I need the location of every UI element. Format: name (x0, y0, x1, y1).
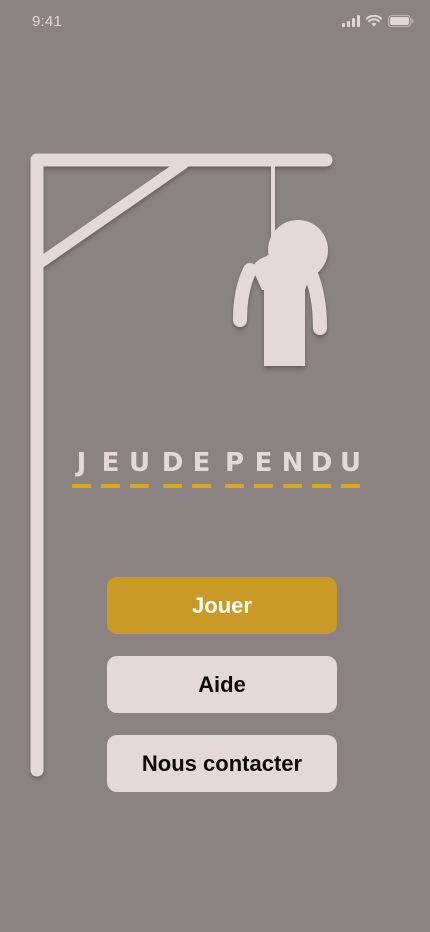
figure-shoulders (252, 256, 312, 290)
letter-dash (72, 484, 91, 488)
letter-dash (254, 484, 273, 488)
play-button[interactable]: Jouer (107, 577, 337, 634)
title-letter: D (310, 448, 333, 488)
title-letter: D (161, 448, 184, 488)
letter-dash (101, 484, 120, 488)
letter-dash (225, 484, 244, 488)
help-button[interactable]: Aide (107, 656, 337, 713)
title-letter: E (190, 448, 213, 488)
title-letter: N (281, 448, 304, 488)
menu-buttons: Jouer Aide Nous contacter (107, 577, 337, 814)
letter-dash (130, 484, 149, 488)
figure-right-arm (303, 265, 327, 335)
letter-dash (341, 484, 360, 488)
game-title: J E U D E P E N D U (70, 448, 370, 496)
letter-dash (312, 484, 331, 488)
figure-left-arm (233, 263, 257, 327)
title-letter: J (70, 448, 93, 488)
letter-dash (192, 484, 211, 488)
contact-button[interactable]: Nous contacter (107, 735, 337, 792)
title-letter: E (99, 448, 122, 488)
letter-dash (283, 484, 302, 488)
title-letters: J E U D E P E N D U (70, 448, 370, 488)
title-letter: E (252, 448, 275, 488)
title-letter: U (128, 448, 151, 488)
gallows-brace (34, 158, 189, 269)
title-letter: P (223, 448, 246, 488)
title-letter: U (339, 448, 362, 488)
letter-dash (163, 484, 182, 488)
